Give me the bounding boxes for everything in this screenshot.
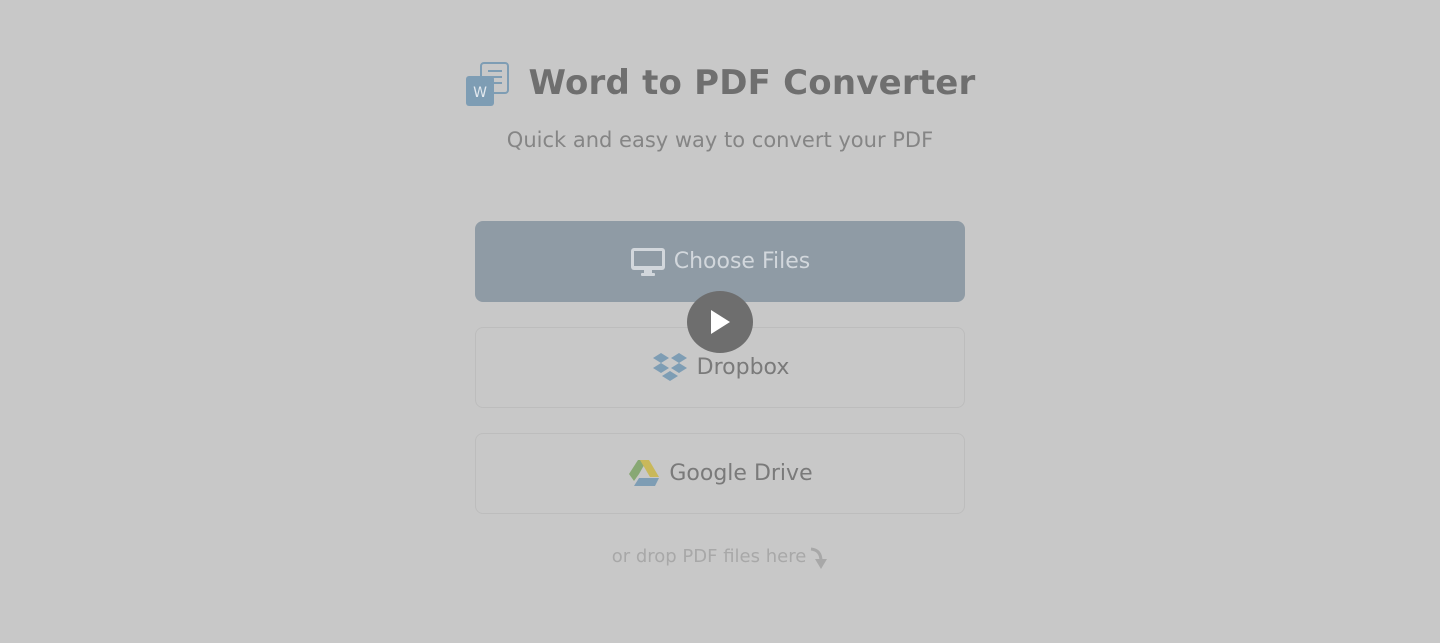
word-document-icon: W (466, 62, 510, 106)
google-drive-label: Google Drive (669, 461, 813, 486)
google-drive-button[interactable]: Google Drive (475, 433, 965, 514)
page-header: W Word to PDF Converter (0, 58, 1440, 108)
google-drive-icon (627, 459, 661, 489)
page-title: Word to PDF Converter (528, 63, 976, 103)
svg-text:W: W (474, 85, 488, 101)
dropbox-icon (651, 352, 689, 384)
choose-files-label: Choose Files (673, 249, 811, 274)
monitor-icon (630, 247, 666, 277)
play-video-button[interactable] (687, 291, 753, 353)
drop-hint-text: or drop PDF files here (611, 545, 807, 567)
drop-zone-hint: or drop PDF files here (0, 541, 1440, 571)
play-icon (711, 310, 730, 334)
page: W Word to PDF Converter Quick and easy w… (0, 0, 1440, 643)
page-subtitle: Quick and easy way to convert your PDF (506, 128, 934, 152)
dropbox-label: Dropbox (696, 355, 790, 380)
curved-arrow-down-icon (808, 547, 828, 571)
choose-files-button[interactable]: Choose Files (475, 221, 965, 302)
